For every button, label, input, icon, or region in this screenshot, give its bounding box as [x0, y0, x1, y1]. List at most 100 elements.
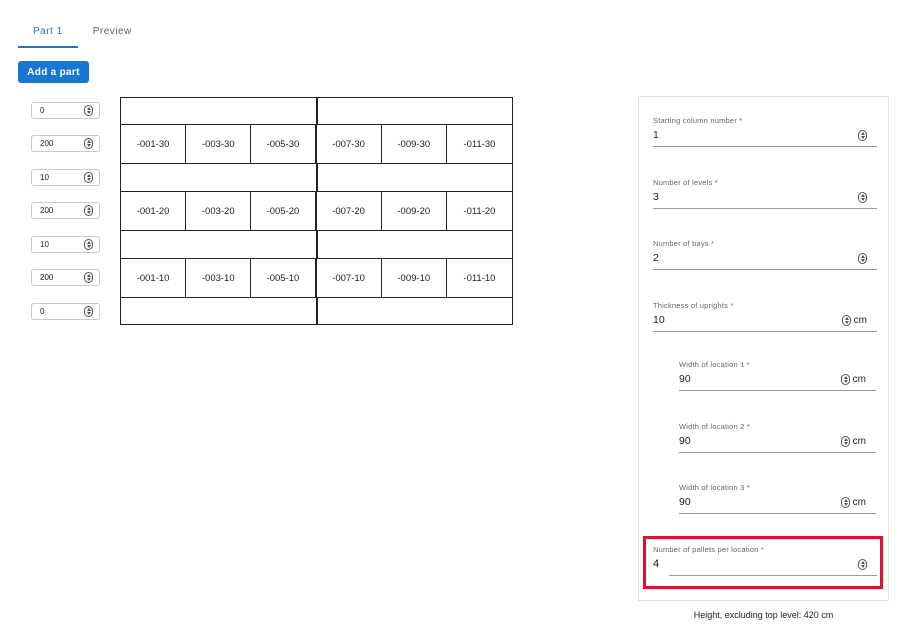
- spin-arrows-icon[interactable]: [840, 373, 850, 385]
- field-value: 90: [679, 435, 691, 447]
- spin-arrows-icon[interactable]: [858, 191, 867, 203]
- location-width-field[interactable]: Width of location 2 * 90 cm: [679, 422, 876, 453]
- field-input[interactable]: 90 cm: [679, 435, 876, 453]
- location-cell[interactable]: -009-20: [382, 192, 447, 230]
- location-cell[interactable]: -007-20: [317, 192, 382, 230]
- field-input[interactable]: 1: [653, 129, 877, 147]
- tab-bar: Part 1 Preview: [18, 18, 147, 48]
- location-cell[interactable]: -001-10: [121, 259, 187, 297]
- field-value: 1: [653, 129, 659, 141]
- highlight-box: [643, 536, 883, 589]
- unit-label: cm: [852, 373, 866, 385]
- level-stepper[interactable]: 200: [31, 135, 100, 152]
- field-input[interactable]: 90 cm: [679, 373, 876, 391]
- field-label: Thickness of uprights *: [653, 301, 734, 310]
- bays-field[interactable]: Number of bays * 2: [653, 239, 877, 270]
- location-cell[interactable]: -003-30: [186, 125, 252, 163]
- spin-arrows-icon[interactable]: [840, 435, 850, 447]
- spin-arrows-icon[interactable]: [84, 306, 93, 317]
- rack-bay: [121, 98, 316, 124]
- level-stepper-value: 0: [40, 106, 45, 115]
- tab-part-1[interactable]: Part 1: [18, 18, 78, 48]
- rack-bay: [121, 231, 316, 258]
- level-stepper[interactable]: 200: [31, 202, 100, 219]
- spin-arrows-icon[interactable]: [858, 252, 867, 264]
- location-cell[interactable]: -009-30: [382, 125, 447, 163]
- field-label: Width of location 3 *: [679, 483, 750, 492]
- unit-label: cm: [852, 435, 866, 447]
- level-stepper-value: 200: [40, 139, 54, 148]
- level-stepper-value: 0: [40, 307, 45, 316]
- spin-arrows-icon[interactable]: [84, 272, 93, 283]
- location-cell[interactable]: -001-20: [121, 192, 187, 230]
- rack-floor-row: [121, 298, 512, 324]
- rack-level-row: -001-20 -003-20 -005-20 -007-20 -009-20 …: [121, 191, 512, 231]
- level-stepper-value: 10: [40, 240, 49, 249]
- spin-arrows-icon[interactable]: [84, 205, 93, 216]
- location-cell[interactable]: -009-10: [382, 259, 447, 297]
- uprights-thickness-field[interactable]: Thickness of uprights * 10 cm: [653, 301, 877, 332]
- tab-preview[interactable]: Preview: [78, 18, 147, 48]
- field-input[interactable]: 90 cm: [679, 496, 876, 514]
- spin-arrows-icon[interactable]: [858, 129, 867, 141]
- location-cell[interactable]: -001-30: [121, 125, 187, 163]
- location-cell[interactable]: -007-30: [317, 125, 382, 163]
- spin-arrows-icon[interactable]: [84, 239, 93, 250]
- field-label: Number of levels *: [653, 178, 718, 187]
- field-value: 90: [679, 496, 691, 508]
- field-input[interactable]: 2: [653, 252, 877, 270]
- spin-arrows-icon[interactable]: [840, 496, 850, 508]
- level-stepper-value: 200: [40, 273, 54, 282]
- settings-panel: Starting column number * 1 Number of lev…: [638, 96, 889, 601]
- field-label: Number of bays *: [653, 239, 715, 248]
- field-label: Width of location 1 *: [679, 360, 750, 369]
- levels-field[interactable]: Number of levels * 3: [653, 178, 877, 209]
- field-label: Width of location 2 *: [679, 422, 750, 431]
- spin-arrows-icon[interactable]: [84, 172, 93, 183]
- location-cell[interactable]: -007-10: [317, 259, 382, 297]
- unit-label: cm: [853, 314, 867, 326]
- unit-label: cm: [852, 496, 866, 508]
- field-label: Starting column number *: [653, 116, 743, 125]
- rack-beam-row: [121, 231, 512, 258]
- rack-bay: [121, 298, 316, 324]
- field-input[interactable]: 3: [653, 191, 877, 209]
- location-cell[interactable]: -011-10: [447, 259, 512, 297]
- level-stepper[interactable]: 10: [31, 169, 100, 186]
- rack-bay: [315, 231, 513, 258]
- location-cell[interactable]: -005-20: [251, 192, 317, 230]
- rack-beam-row: [121, 164, 512, 191]
- add-part-button[interactable]: Add a part: [18, 61, 89, 83]
- level-stepper[interactable]: 0: [31, 102, 100, 119]
- level-stepper[interactable]: 200: [31, 269, 100, 286]
- location-cell[interactable]: -005-10: [251, 259, 317, 297]
- field-input[interactable]: 10 cm: [653, 314, 877, 332]
- level-stepper-value: 200: [40, 206, 54, 215]
- field-value: 2: [653, 252, 659, 264]
- rack-bay: [315, 98, 513, 124]
- rack-grid: -001-30 -003-30 -005-30 -007-30 -009-30 …: [120, 97, 513, 325]
- field-value: 10: [653, 314, 665, 326]
- location-width-field[interactable]: Width of location 3 * 90 cm: [679, 483, 876, 514]
- location-cell[interactable]: -011-30: [447, 125, 512, 163]
- location-width-field[interactable]: Width of location 1 * 90 cm: [679, 360, 876, 391]
- height-summary: Height, excluding top level: 420 cm: [693, 610, 834, 620]
- spin-arrows-icon[interactable]: [84, 105, 93, 116]
- level-stepper[interactable]: 0: [31, 303, 100, 320]
- rack-level-row: -001-30 -003-30 -005-30 -007-30 -009-30 …: [121, 124, 512, 164]
- location-cell[interactable]: -011-20: [447, 192, 512, 230]
- rack-bay: [315, 298, 513, 324]
- field-value: 3: [653, 191, 659, 203]
- rack-level-row: -001-10 -003-10 -005-10 -007-10 -009-10 …: [121, 258, 512, 298]
- spin-arrows-icon[interactable]: [841, 314, 851, 326]
- level-stepper[interactable]: 10: [31, 236, 100, 253]
- location-cell[interactable]: -003-10: [186, 259, 252, 297]
- field-value: 90: [679, 373, 691, 385]
- rack-bay: [121, 164, 316, 191]
- rack-beam-row: [121, 98, 512, 124]
- level-stepper-value: 10: [40, 173, 49, 182]
- spin-arrows-icon[interactable]: [84, 138, 93, 149]
- location-cell[interactable]: -003-20: [186, 192, 252, 230]
- location-cell[interactable]: -005-30: [251, 125, 317, 163]
- starting-column-field[interactable]: Starting column number * 1: [653, 116, 877, 147]
